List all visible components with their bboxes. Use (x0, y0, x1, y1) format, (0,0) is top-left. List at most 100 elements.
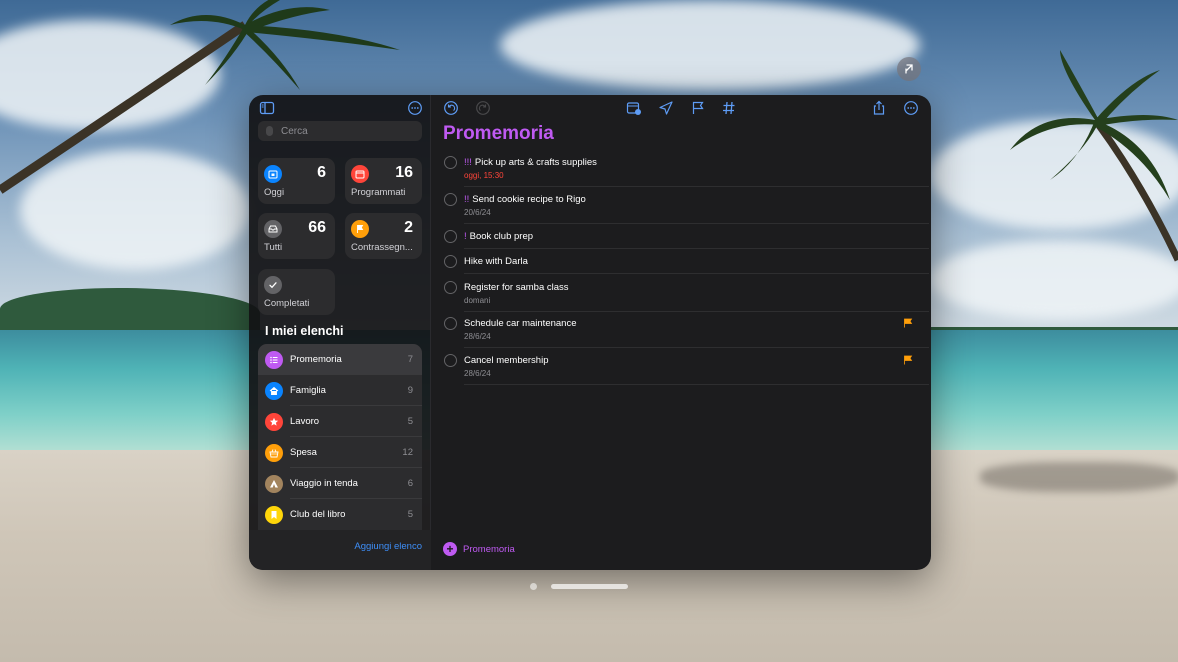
search-field[interactable]: Cerca (258, 121, 422, 141)
add-list-button[interactable]: Aggiungi elenco (354, 541, 422, 552)
redo-button[interactable] (474, 99, 492, 117)
more-button[interactable] (902, 99, 920, 117)
list-item-spesa[interactable]: Spesa 12 (258, 437, 422, 468)
add-tag-button[interactable] (720, 99, 738, 117)
separator (464, 273, 929, 274)
sidebar-toggle-button[interactable] (258, 99, 276, 117)
undo-icon (444, 101, 458, 115)
list-item-viaggio-in-tenda[interactable]: Viaggio in tenda 6 (258, 468, 422, 499)
reminder-checkbox[interactable] (444, 317, 457, 330)
reminder-title-text: Send cookie recipe to Rigo (472, 194, 586, 205)
tile-tutti[interactable]: 66 Tutti (258, 213, 335, 259)
tile-label: Tutti (264, 242, 283, 253)
reminder-checkbox[interactable] (444, 281, 457, 294)
reminders-window: Cerca 6 Oggi 16 Programmati 66 Tutti 2 C… (249, 95, 931, 570)
tile-label: Contrassegn... (351, 242, 413, 253)
list-name: Famiglia (290, 385, 326, 396)
reminder-due-date: domani (464, 296, 491, 305)
reminder-checkbox[interactable] (444, 193, 457, 206)
reminder-checkbox[interactable] (444, 255, 457, 268)
share-icon (873, 100, 885, 115)
reminder-row[interactable]: Hike with Darla (431, 254, 929, 279)
list-count: 6 (407, 478, 413, 489)
reminder-due-date: 28/6/24 (464, 332, 491, 341)
reminder-title-text: Book club prep (469, 231, 534, 242)
tile-count: 2 (404, 219, 413, 236)
tile-completati[interactable]: Completati (258, 269, 335, 315)
window-resize-button[interactable] (897, 57, 921, 81)
reminder-row[interactable]: Register for samba class domani (431, 280, 929, 317)
list-name: Promemoria (290, 354, 342, 365)
checkmark-icon (264, 276, 282, 294)
window-move-bar[interactable] (551, 584, 628, 589)
plus-circle-icon: + (443, 542, 457, 556)
list-name: Viaggio in tenda (290, 478, 358, 489)
add-flag-button[interactable] (689, 99, 707, 117)
reminder-title: !!! Pick up arts & crafts supplies (464, 157, 597, 168)
reminder-title: Cancel membership (464, 355, 549, 366)
microphone-icon (266, 126, 273, 136)
hashtag-icon (723, 101, 735, 115)
search-placeholder: Cerca (281, 125, 308, 137)
reminder-checkbox[interactable] (444, 230, 457, 243)
reminder-checkbox[interactable] (444, 156, 457, 169)
undo-button[interactable] (442, 99, 460, 117)
reminder-title: ! Book club prep (464, 231, 533, 242)
reminder-row[interactable]: ! Book club prep (431, 229, 929, 254)
list-item-promemoria[interactable]: Promemoria 7 (258, 344, 422, 375)
reminder-due-date: 20/6/24 (464, 208, 491, 217)
my-lists: Promemoria 7 Famiglia 9 Lavoro 5 Spesa 1… (258, 344, 422, 530)
tile-count: 66 (308, 219, 326, 236)
calendar-clock-icon (626, 102, 641, 115)
list-count: 5 (407, 416, 413, 427)
tray-icon (264, 220, 282, 238)
location-arrow-icon (659, 101, 673, 115)
tent-icon (265, 474, 283, 493)
list-item-famiglia[interactable]: Famiglia 9 (258, 375, 422, 406)
my-lists-heading: I miei elenchi (265, 324, 344, 338)
sidebar-footer: Aggiungi elenco (249, 530, 431, 570)
sidebar-more-button[interactable] (406, 99, 424, 117)
list-count: 9 (407, 385, 413, 396)
new-reminder-button[interactable]: + Promemoria (443, 542, 515, 556)
reminder-row[interactable]: Cancel membership 28/6/24 (431, 353, 929, 390)
reminder-row[interactable]: !! Send cookie recipe to Rigo 20/6/24 (431, 192, 929, 229)
sidebar-toggle-icon (259, 101, 275, 115)
bookmark-icon (265, 505, 283, 524)
reminder-row[interactable]: !!! Pick up arts & crafts supplies oggi, … (431, 155, 929, 192)
star-icon (265, 412, 283, 431)
separator (464, 248, 929, 249)
tile-contrassegnati[interactable]: 2 Contrassegn... (345, 213, 422, 259)
reminder-title: Register for samba class (464, 282, 569, 293)
window-close-dot[interactable] (530, 583, 537, 590)
reminder-title: Hike with Darla (464, 256, 528, 267)
reminder-title-text: Pick up arts & crafts supplies (474, 157, 597, 168)
tile-count: 6 (317, 164, 326, 181)
reminder-checkbox[interactable] (444, 354, 457, 367)
tile-label: Completati (264, 298, 310, 309)
calendar-today-icon (264, 165, 282, 183)
tile-programmati[interactable]: 16 Programmati (345, 158, 422, 204)
add-location-button[interactable] (657, 99, 675, 117)
reminder-row[interactable]: Schedule car maintenance 28/6/24 (431, 316, 929, 353)
reminder-title: !! Send cookie recipe to Rigo (464, 194, 586, 205)
list-item-club-del-libro[interactable]: Club del libro 5 (258, 499, 422, 530)
reminder-priority: ! (464, 231, 467, 242)
reminders-main-pane: Promemoria !!! Pick up arts & crafts supp… (431, 95, 931, 570)
add-date-button[interactable] (625, 99, 643, 117)
flag-outline-icon (692, 101, 704, 114)
list-name: Spesa (290, 447, 317, 458)
reminder-due-date: oggi, 15:30 (464, 171, 504, 180)
sidebar: Cerca 6 Oggi 16 Programmati 66 Tutti 2 C… (249, 95, 431, 570)
list-count: 5 (407, 509, 413, 520)
share-button[interactable] (870, 99, 888, 117)
basket-icon (265, 443, 283, 462)
list-item-lavoro[interactable]: Lavoro 5 (258, 406, 422, 437)
separator (464, 347, 929, 348)
reminder-due-date: 28/6/24 (464, 369, 491, 378)
tile-oggi[interactable]: 6 Oggi (258, 158, 335, 204)
ellipsis-circle-icon (904, 101, 918, 115)
separator (464, 311, 929, 312)
reminder-priority: !! (464, 194, 470, 205)
tile-label: Oggi (264, 187, 285, 198)
